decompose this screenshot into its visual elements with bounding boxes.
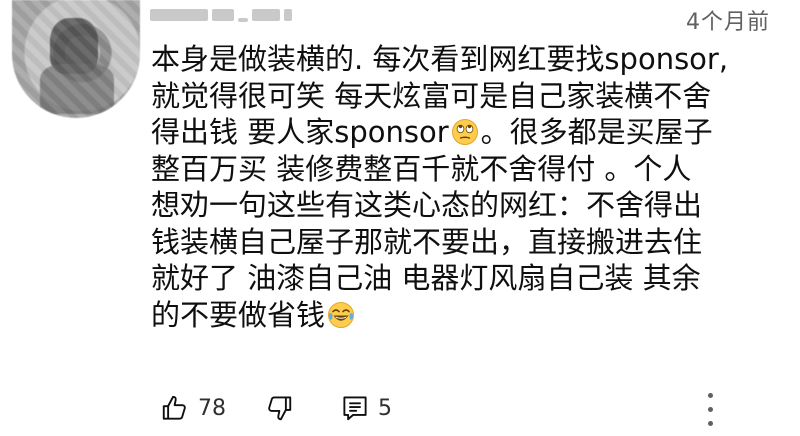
- avatar-blur-texture: [12, 0, 140, 118]
- more-dot: [707, 406, 713, 412]
- username-blurred[interactable]: [150, 6, 350, 24]
- username-blur-block: [284, 9, 292, 21]
- comment-line: 整百万买 装修费整百千就不舍得付 。个人: [151, 151, 692, 186]
- comment-line: 想劝一句这些有这类心态的网红：不舍得出: [151, 188, 703, 222]
- comment-text: 本身是做装横的. 每次看到网红要找sponsor, 就觉得很可笑 每天炫富可是自…: [151, 41, 791, 333]
- comment-line-with-emoji: 得出钱 要人家sponsor 。很多都是买屋子: [151, 114, 791, 151]
- comment-line: 本身是做装横的. 每次看到网红要找sponsor,: [151, 42, 729, 76]
- like-count: 78: [198, 395, 226, 421]
- comment-line-segment: 得出钱 要人家sponsor: [151, 115, 449, 149]
- username-blur-block: [252, 9, 280, 21]
- more-dot: [707, 392, 713, 398]
- comment-timestamp[interactable]: 4个月前: [686, 4, 770, 36]
- comment-line-segment: 的不要做省钱: [151, 297, 326, 332]
- comment-actions: 78 5: [160, 388, 392, 428]
- comment-line: 就好了 油漆自己油 电器灯风扇自己装 其余: [151, 261, 701, 295]
- like-button[interactable]: 78: [160, 393, 226, 423]
- comment-card: 4个月前 本身是做装横的. 每次看到网红要找sponsor, 就觉得很可笑 每天…: [0, 0, 800, 436]
- username-blur-block: [150, 9, 208, 21]
- reply-button[interactable]: 5: [340, 393, 392, 423]
- laughing-tears-emoji-icon: [328, 301, 355, 328]
- comment-line-with-emoji: 的不要做省钱: [151, 297, 791, 334]
- comment-line-segment: 。很多都是买屋子: [480, 115, 713, 149]
- avatar[interactable]: [12, 0, 140, 118]
- thumbs-up-icon: [162, 395, 186, 420]
- comment-line: 就觉得很可笑 每天炫富可是自己家装横不舍: [151, 78, 712, 113]
- thumbs-down-icon: [268, 396, 292, 421]
- more-vertical-icon[interactable]: [700, 388, 720, 430]
- dislike-button[interactable]: [264, 393, 294, 423]
- comment-line: 钱装横自己屋子那就不要出，直接搬进去住: [151, 224, 703, 259]
- username-blur-block: [238, 18, 248, 22]
- username-blur-block: [212, 9, 234, 21]
- eye-roll-emoji-icon: [451, 119, 478, 145]
- reply-count: 5: [378, 395, 392, 421]
- reply-icon: [343, 396, 367, 421]
- more-dot: [707, 420, 713, 426]
